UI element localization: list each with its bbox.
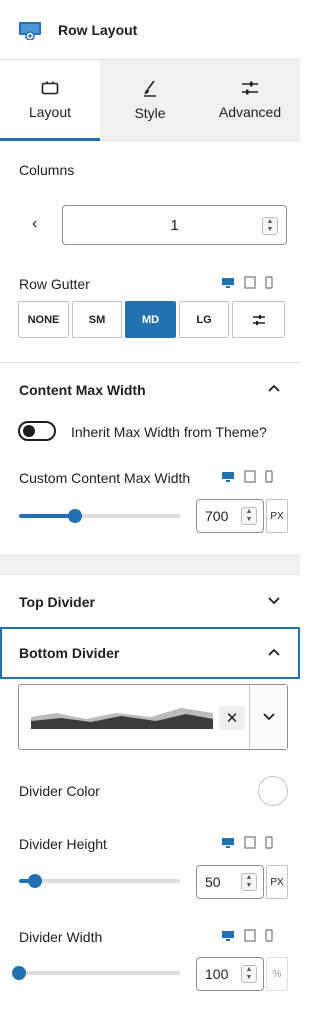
divider-color-label: Divider Color: [19, 783, 100, 799]
inherit-max-width-label: Inherit Max Width from Theme?: [71, 424, 267, 440]
divider-width-slider[interactable]: [12, 966, 180, 980]
chevron-down-icon[interactable]: [268, 594, 280, 608]
chevron-left-icon[interactable]: ‹: [32, 215, 37, 233]
mobile-icon[interactable]: [265, 276, 273, 289]
shape-dropdown-toggle[interactable]: [249, 685, 287, 749]
panel-title: Row Layout: [58, 21, 138, 38]
slider-thumb[interactable]: [28, 874, 42, 888]
slider-thumb[interactable]: [68, 509, 82, 523]
divider-shape-preview-icon: [31, 708, 213, 729]
divider-height-value: 50: [205, 874, 221, 890]
inherit-max-width-toggle[interactable]: [18, 421, 56, 441]
max-width-device-switcher: [221, 470, 273, 483]
height-device-switcher: [221, 836, 273, 849]
tab-style[interactable]: Style: [100, 60, 200, 140]
custom-max-width-label: Custom Content Max Width: [19, 470, 191, 486]
tab-style-label: Style: [134, 105, 166, 121]
divider-width-value: 100: [205, 966, 229, 982]
divider-width-label: Divider Width: [19, 929, 103, 945]
divider-width-unit[interactable]: %: [266, 957, 288, 991]
row-layout-icon: [19, 21, 41, 40]
columns-label: Columns: [19, 162, 75, 178]
gutter-device-switcher: [221, 276, 273, 289]
tablet-icon[interactable]: [244, 470, 256, 483]
bottom-divider-heading[interactable]: Bottom Divider: [19, 645, 119, 661]
mobile-icon[interactable]: [265, 836, 273, 849]
tab-bar: Layout Style Advanced: [0, 60, 300, 141]
brush-icon: [144, 80, 156, 97]
divider-height-unit[interactable]: PX: [266, 865, 288, 899]
divider-height-input[interactable]: 50 ▲ ▼: [196, 865, 264, 899]
layout-icon: [41, 81, 59, 95]
sliders-icon: [252, 314, 265, 325]
chevron-up-icon[interactable]: [268, 645, 280, 659]
max-width-value: 700: [205, 508, 229, 524]
gutter-none-button[interactable]: NONE: [18, 301, 69, 338]
width-device-switcher: [221, 929, 273, 942]
columns-input[interactable]: 1 ▲ ▼: [62, 205, 287, 245]
columns-spinner-icon[interactable]: ▲ ▼: [262, 217, 278, 235]
divider-shape-select[interactable]: ✕: [18, 684, 288, 750]
divider-height-label: Divider Height: [19, 836, 107, 852]
gutter-lg-button[interactable]: LG: [179, 301, 229, 338]
gutter-md-button[interactable]: MD: [125, 301, 176, 338]
top-divider-heading[interactable]: Top Divider: [19, 594, 95, 610]
slider-fill: [19, 514, 75, 518]
tablet-icon[interactable]: [244, 276, 256, 289]
row-gutter-label: Row Gutter: [19, 276, 90, 292]
clear-shape-button[interactable]: ✕: [219, 706, 245, 730]
tab-layout-label: Layout: [28, 104, 72, 120]
gutter-custom-button[interactable]: [232, 301, 285, 338]
toggle-knob: [23, 425, 35, 437]
tab-advanced[interactable]: Advanced: [200, 60, 300, 140]
desktop-icon[interactable]: [221, 277, 235, 289]
divider-height-slider[interactable]: [19, 874, 180, 888]
mobile-icon[interactable]: [265, 929, 273, 942]
chevron-up-icon[interactable]: [268, 381, 280, 395]
chevron-down-icon: [262, 713, 275, 721]
columns-value: 1: [170, 216, 179, 234]
divider-color-swatch[interactable]: [258, 776, 288, 806]
tablet-icon[interactable]: [244, 929, 256, 942]
mobile-icon[interactable]: [265, 470, 273, 483]
desktop-icon[interactable]: [221, 471, 235, 483]
max-width-input[interactable]: 700 ▲ ▼: [196, 499, 264, 533]
max-width-unit[interactable]: PX: [266, 499, 288, 533]
gutter-sm-button[interactable]: SM: [72, 301, 122, 338]
section-divider: [0, 362, 300, 363]
content-max-width-heading[interactable]: Content Max Width: [19, 382, 146, 398]
divider-width-spinner-icon[interactable]: ▲ ▼: [241, 965, 257, 983]
section-separator-band: [0, 555, 300, 575]
tab-layout[interactable]: Layout: [0, 60, 100, 141]
desktop-icon[interactable]: [221, 930, 235, 942]
max-width-slider[interactable]: [19, 509, 180, 523]
row-gutter-options: NONE SM MD LG: [18, 301, 288, 338]
max-width-spinner-icon[interactable]: ▲ ▼: [241, 507, 257, 525]
tablet-icon[interactable]: [244, 836, 256, 849]
desktop-icon[interactable]: [221, 837, 235, 849]
sliders-icon: [242, 81, 258, 95]
slider-thumb[interactable]: [12, 966, 26, 980]
divider-width-input[interactable]: 100 ▲ ▼: [196, 957, 264, 991]
panel-header: Row Layout: [0, 0, 300, 60]
tab-advanced-label: Advanced: [218, 104, 282, 120]
divider-height-spinner-icon[interactable]: ▲ ▼: [241, 873, 257, 891]
